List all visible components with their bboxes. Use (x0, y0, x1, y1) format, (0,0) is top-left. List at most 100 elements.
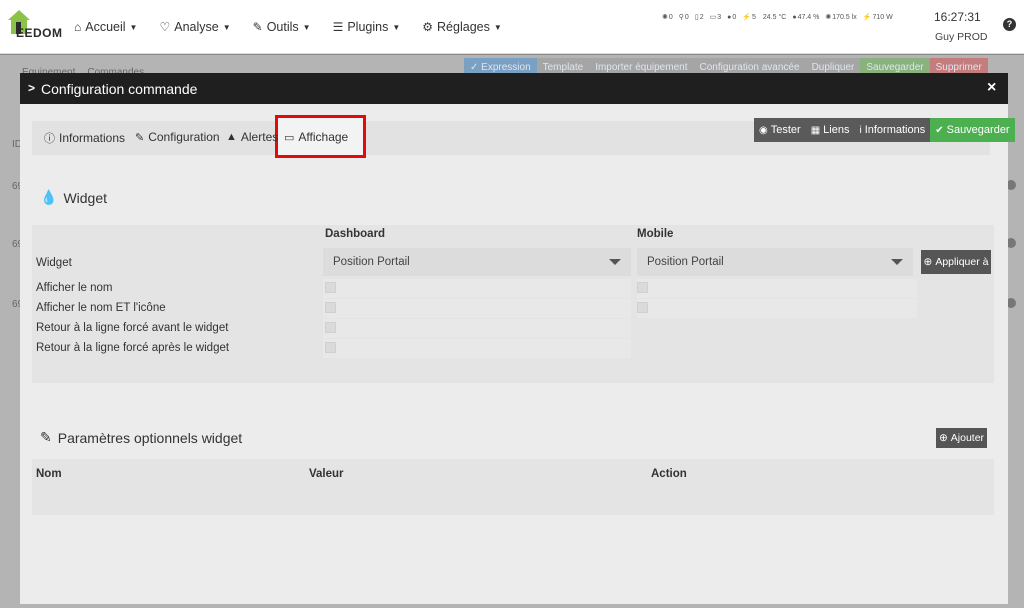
window-sensor[interactable]: ▭ 3 (709, 13, 722, 22)
stethoscope-icon: ♡ (159, 20, 171, 34)
mobile-widget-value: Position Portail (647, 256, 724, 268)
menu-analyse-label: Analyse (174, 20, 219, 34)
magic-wand-icon: ✎ (40, 429, 52, 445)
rss-icon: ◉ (759, 124, 768, 136)
logo-text: EEDOM (16, 26, 63, 40)
dashboard-break-before-checkbox[interactable] (325, 322, 336, 333)
sitemap-icon: ▦ (810, 124, 821, 136)
info-icon: ⓘ (44, 133, 55, 145)
mobile-show-name-icon-checkbox[interactable] (637, 302, 648, 313)
motion-sensor[interactable]: ⚲ 0 (678, 13, 689, 22)
widget-row-label: Widget (36, 257, 72, 269)
caret-down-icon: ▼ (129, 22, 138, 32)
add-param-button[interactable]: ⊕ Ajouter (936, 428, 987, 448)
tab-informations[interactable]: ⓘ Informations (44, 130, 125, 146)
close-icon[interactable]: × (987, 79, 996, 97)
apply-to-button[interactable]: ⊕ Appliquer à (921, 250, 991, 274)
shutter-icon: ● (727, 13, 732, 21)
plug-icon: ⚡ (742, 14, 751, 21)
warning-icon: ▲ (226, 131, 237, 143)
break-before-label: Retour à la ligne forcé avant le widget (36, 322, 229, 334)
caret-down-icon: ▼ (493, 22, 502, 32)
dashboard-widget-select[interactable]: Position Portail (323, 248, 631, 276)
menu-plugins[interactable]: ☰ Plugins ▼ (333, 20, 401, 34)
monitor-icon: ▭ (284, 131, 295, 144)
param-name-header: Nom (36, 468, 62, 480)
row-band (637, 299, 917, 318)
droplet-icon: 💧 (40, 189, 58, 205)
luminosity-sensor[interactable]: ✺ 170.5 lx (825, 13, 856, 22)
plus-circle-icon: ⊕ (923, 256, 933, 268)
modal-header: > Configuration commande × (20, 73, 1008, 104)
mobile-column-header: Mobile (637, 228, 674, 240)
bolt-icon: ⚡ (862, 14, 872, 21)
main-menu: ⌂ Accueil ▼ ♡ Analyse ▼ ✎ Outils ▼ ☰ Plu… (74, 0, 524, 54)
gear-icon: ⚙ (422, 20, 434, 34)
mobile-widget-select[interactable]: Position Portail (637, 248, 913, 276)
menu-outils[interactable]: ✎ Outils ▼ (253, 20, 311, 34)
top-navbar: EEDOM ⌂ Accueil ▼ ♡ Analyse ▼ ✎ Outils ▼… (0, 0, 1024, 54)
window-icon: ▭ (709, 14, 717, 21)
tab-alertes[interactable]: ▲ Alertes (226, 130, 278, 144)
humidity-sensor[interactable]: ● 47.4 % (792, 13, 819, 21)
menu-reglages[interactable]: ⚙ Réglages ▼ (422, 20, 502, 34)
tab-configuration-label: Configuration (148, 130, 220, 144)
droplet-icon: ● (792, 13, 797, 21)
door-icon: ▯ (694, 14, 699, 21)
wrench-icon: ✎ (135, 131, 145, 144)
row-band (637, 279, 917, 298)
wrench-icon: ✎ (252, 20, 263, 34)
light-sensor[interactable]: ✺ 0 (662, 13, 673, 22)
tab-informations-label: Informations (59, 131, 126, 145)
caret-down-icon (891, 259, 903, 265)
tab-affichage[interactable]: ▭ Affichage (284, 130, 348, 144)
caret-down-icon: ▼ (392, 22, 401, 32)
user-name[interactable]: Guy PROD (935, 31, 988, 43)
add-param-label: Ajouter (950, 432, 985, 444)
caret-down-icon (609, 259, 621, 265)
dashboard-column-header: Dashboard (325, 228, 386, 240)
test-button[interactable]: ◉ Tester (754, 118, 806, 142)
row-band (323, 279, 631, 298)
save-button-label: Sauvegarder (946, 124, 1010, 136)
mobile-show-name-checkbox[interactable] (637, 282, 648, 293)
sun-icon: ✺ (825, 14, 832, 21)
tab-alertes-label: Alertes (240, 130, 279, 144)
help-icon[interactable]: ? (1003, 18, 1016, 31)
tab-configuration[interactable]: ✎ Configuration (135, 130, 220, 144)
informations-button-label: Informations (864, 124, 926, 136)
shutter-sensor[interactable]: ● 0 (727, 13, 736, 21)
menu-analyse[interactable]: ♡ Analyse ▼ (159, 20, 230, 34)
menu-outils-label: Outils (266, 20, 299, 34)
modal-action-buttons: ◉ Tester ▦ Liens i Informations ✔ Sauveg… (754, 118, 1015, 142)
param-value-header: Valeur (309, 468, 344, 480)
row-band (323, 319, 631, 338)
check-circle-icon: ✔ (935, 124, 944, 136)
dashboard-break-after-checkbox[interactable] (325, 342, 336, 353)
param-action-header: Action (651, 468, 687, 480)
dashboard-widget-value: Position Portail (333, 256, 410, 268)
save-button[interactable]: ✔ Sauvegarder (930, 118, 1015, 142)
temperature-sensor[interactable]: 24.5 °C (762, 13, 786, 21)
widget-section-title-text: Widget (63, 189, 108, 206)
door-sensor[interactable]: ▯ 2 (694, 13, 704, 22)
menu-accueil[interactable]: ⌂ Accueil ▼ (74, 20, 137, 34)
menu-reglages-label: Réglages (437, 20, 490, 34)
power-sensor[interactable]: ⚡ 710 W (862, 13, 893, 22)
informations-button[interactable]: i Informations (854, 118, 931, 142)
caret-down-icon: ▼ (222, 22, 231, 32)
menu-accueil-label: Accueil (85, 20, 126, 34)
light-icon: ✺ (662, 14, 668, 21)
chevron-right-icon: > (28, 81, 36, 95)
show-name-icon-label: Afficher le nom ET l'icône (36, 302, 166, 314)
clock: 16:27:31 (934, 10, 981, 24)
params-section-title: ✎ Paramètres optionnels widget (40, 429, 242, 446)
widget-section-title: 💧 Widget (40, 189, 107, 206)
motion-icon: ⚲ (678, 14, 684, 21)
break-after-label: Retour à la ligne forcé après le widget (36, 342, 230, 354)
dashboard-show-name-icon-checkbox[interactable] (325, 302, 336, 313)
row-band (323, 339, 631, 358)
links-button[interactable]: ▦ Liens (805, 118, 855, 142)
outlet-sensor[interactable]: ⚡ 5 (742, 13, 756, 22)
dashboard-show-name-checkbox[interactable] (325, 282, 336, 293)
